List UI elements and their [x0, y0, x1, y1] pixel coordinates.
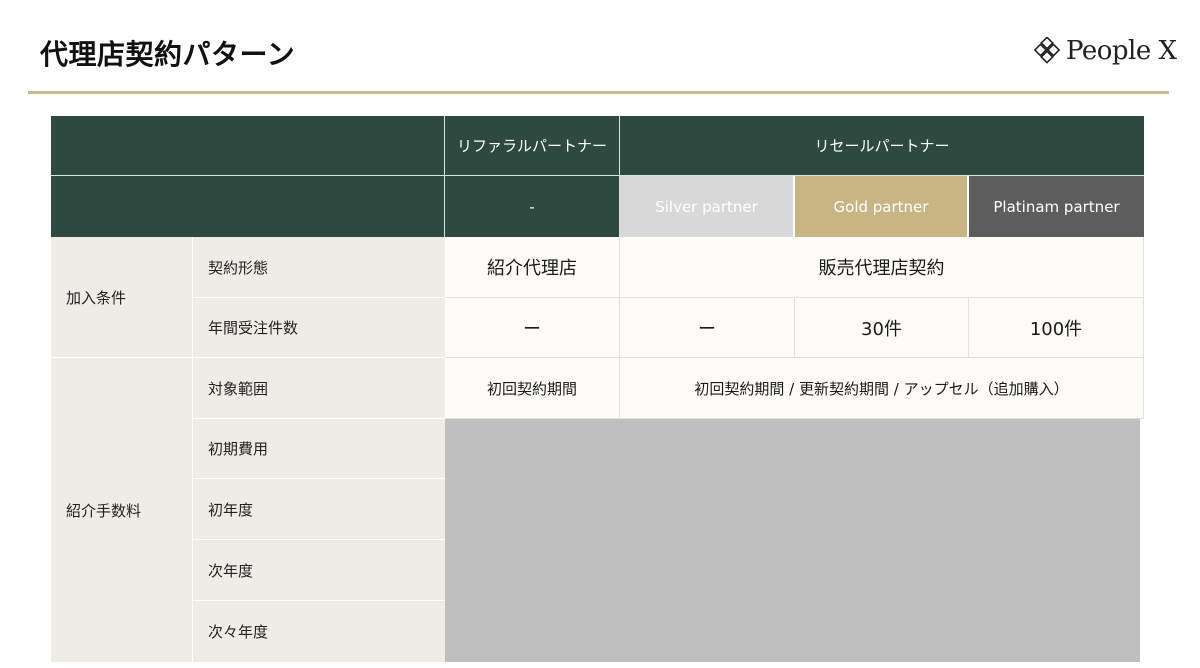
- cell-scope-resale: 初回契約期間 / 更新契約期間 / アップセル（追加購入）: [620, 358, 1144, 419]
- row-label-initial-cost: 初期費用: [193, 419, 445, 479]
- row-label-second-year: 次年度: [193, 540, 445, 601]
- page-title: 代理店契約パターン: [40, 38, 296, 71]
- row-label-contract-type: 契約形態: [193, 237, 445, 298]
- cell-orders-gold: 30件: [795, 298, 969, 358]
- row-label-third-year: 次々年度: [193, 601, 445, 662]
- diamond-lattice-icon: [1034, 37, 1061, 64]
- title-divider: [28, 91, 1169, 94]
- col-group-resale: リセールパートナー: [620, 116, 1144, 176]
- tier-silver: Silver partner: [620, 176, 795, 237]
- row-label-scope: 対象範囲: [193, 358, 445, 419]
- cell-contract-resale: 販売代理店契約: [620, 237, 1144, 298]
- contract-pattern-table: リファラルパートナー リセールパートナー - Silver partner Go…: [51, 116, 1144, 662]
- tier-gold: Gold partner: [795, 176, 969, 237]
- cell-orders-platinum: 100件: [969, 298, 1144, 358]
- header-corner-bottom: [51, 176, 445, 237]
- row-label-first-year: 初年度: [193, 479, 445, 540]
- cell-orders-silver: ー: [620, 298, 795, 358]
- brand-logo: People X: [1034, 36, 1177, 66]
- category-referral-fee: 紹介手数料: [51, 358, 193, 662]
- cell-contract-referral: 紹介代理店: [445, 237, 620, 298]
- redacted-fee-block: [445, 419, 1140, 662]
- header-corner-top: [51, 116, 445, 176]
- col-group-referral: リファラルパートナー: [445, 116, 620, 176]
- cell-scope-referral: 初回契約期間: [445, 358, 620, 419]
- cell-orders-referral: ー: [445, 298, 620, 358]
- tier-platinum: Platinam partner: [969, 176, 1144, 237]
- category-join-conditions: 加入条件: [51, 237, 193, 358]
- row-label-annual-orders: 年間受注件数: [193, 298, 445, 358]
- logo-text: People X: [1066, 36, 1177, 66]
- tier-referral: -: [445, 176, 620, 237]
